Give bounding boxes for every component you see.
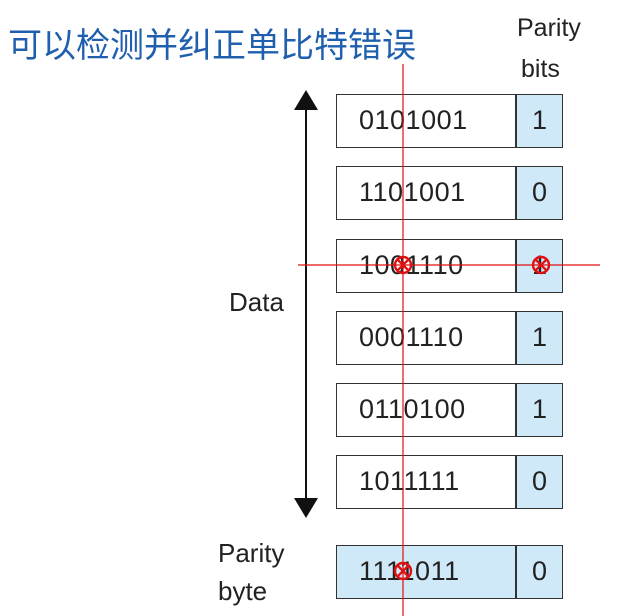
diagram-stage: 可以检测并纠正单比特错误 Parity bits Data Parity byt… (0, 0, 621, 616)
annotation-overlay (294, 64, 600, 616)
